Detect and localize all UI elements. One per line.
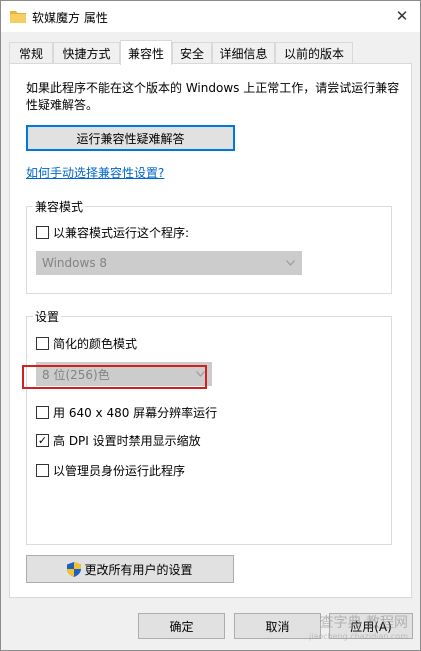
close-button[interactable]: ✕ [388,3,416,29]
ok-button[interactable]: 确定 [138,613,225,639]
checkbox-box[interactable] [36,463,49,477]
annotation-highlight-box [22,365,207,389]
os-version-select[interactable]: Windows 8 [36,251,302,275]
tab-label: 安全 [179,47,204,61]
checkbox-box[interactable] [36,225,49,239]
tab-label: 常规 [18,47,43,61]
close-icon: ✕ [395,7,409,25]
group-label: 设置 [33,308,62,325]
checkbox-box[interactable] [36,405,49,419]
button-label: 更改所有用户的设置 [84,562,193,577]
checkbox-label: 以兼容模式运行这个程序: [53,225,190,240]
intro-text: 如果此程序不能在这个版本的 Windows 上正常工作，请尝试运行兼容性疑难解答… [26,81,400,112]
uac-shield-icon [67,561,82,577]
window-title: 软媒魔方 属性 [32,11,108,25]
button-label: 运行兼容性疑难解答 [76,131,185,146]
site-watermark: 查字典 教程网 jiaocheng.chazidian.com [309,616,408,644]
tab-label: 以前的版本 [283,47,344,61]
tab-label: 快捷方式 [62,47,111,61]
checkbox-box[interactable]: ✓ [36,433,49,447]
run-troubleshooter-button[interactable]: 运行兼容性疑难解答 [26,125,235,151]
reduced-color-checkbox[interactable]: 简化的颜色模式 [36,335,137,351]
tab-shortcut[interactable]: 快捷方式 [53,42,120,64]
tab-details[interactable]: 详细信息 [212,42,275,64]
settings-group: 设置 简化的颜色模式 8 位(256)色 用 640 x 480 屏幕分辨率运行… [26,308,392,545]
group-label: 兼容模式 [33,198,86,215]
manual-compat-link[interactable]: 如何手动选择兼容性设置? [26,164,164,181]
tab-label: 兼容性 [127,46,164,61]
cancel-button[interactable]: 取消 [234,613,321,639]
dpi-scaling-checkbox[interactable]: ✓ 高 DPI 设置时禁用显示缩放 [36,432,201,448]
change-all-users-button[interactable]: 更改所有用户的设置 [26,555,234,583]
tab-security[interactable]: 安全 [172,42,212,64]
tab-previous-versions[interactable]: 以前的版本 [275,42,353,64]
compat-mode-group: 兼容模式 以兼容模式运行这个程序: Windows 8 [26,198,392,294]
tab-compatibility[interactable]: 兼容性 [120,40,172,65]
tab-strip: 常规 快捷方式 兼容性 安全 详细信息 以前的版本 [9,40,411,65]
folder-icon [10,9,26,23]
checkbox-box[interactable] [36,336,49,350]
watermark-text: 查字典 教程网 [319,615,408,631]
title-bar: 软媒魔方 属性 ✕ [1,1,420,32]
checkbox-label: 高 DPI 设置时禁用显示缩放 [53,433,201,448]
watermark-url: jiaocheng.chazidian.com [308,632,408,641]
properties-window: 软媒魔方 属性 ✕ 常规 快捷方式 兼容性 安全 详细信息 以前的版本 如果此程… [0,0,421,651]
chevron-down-icon [286,260,295,266]
run-as-admin-checkbox[interactable]: 以管理员身份运行此程序 [36,462,185,478]
select-value: Windows 8 [42,256,108,270]
res-640-checkbox[interactable]: 用 640 x 480 屏幕分辨率运行 [36,404,217,420]
checkmark-icon: ✓ [37,433,48,447]
tab-general[interactable]: 常规 [9,42,53,64]
button-label: 取消 [265,619,290,634]
compat-mode-checkbox[interactable]: 以兼容模式运行这个程序: [36,224,189,240]
button-label: 确定 [169,619,194,634]
checkbox-label: 以管理员身份运行此程序 [53,463,186,478]
compatibility-panel: 如果此程序不能在这个版本的 Windows 上正常工作，请尝试运行兼容性疑难解答… [9,63,412,598]
checkbox-label: 简化的颜色模式 [53,336,138,351]
tab-label: 详细信息 [219,47,268,61]
checkbox-label: 用 640 x 480 屏幕分辨率运行 [53,405,218,420]
